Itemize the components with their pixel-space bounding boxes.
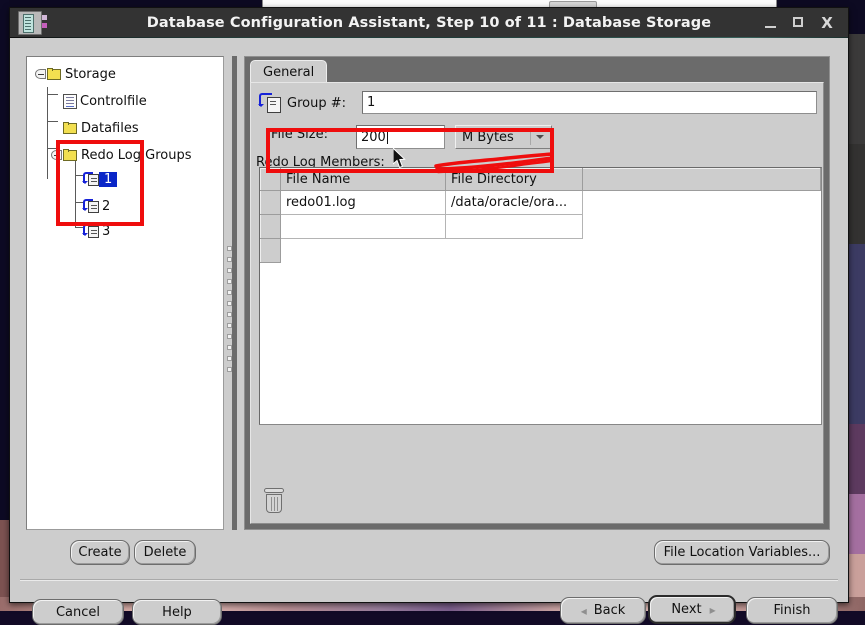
- split-pane-divider[interactable]: [226, 56, 244, 530]
- cell-file-name[interactable]: [280, 214, 446, 239]
- dialog-window: Database Configuration Assistant, Step 1…: [9, 7, 849, 625]
- cancel-button[interactable]: Cancel: [32, 599, 124, 625]
- tree-item-datafiles[interactable]: Datafiles: [63, 118, 139, 138]
- tree-connector: [75, 157, 76, 227]
- cell-file-name[interactable]: redo01.log: [280, 190, 446, 215]
- file-size-row: File Size:: [271, 127, 328, 142]
- file-size-unit-dropdown[interactable]: M Bytes: [455, 125, 552, 149]
- next-button[interactable]: Next ▸: [648, 595, 736, 624]
- split-pane-bar: [232, 56, 237, 530]
- tree-item-redo-log-group-3[interactable]: 3: [82, 221, 111, 241]
- tab-panel-general: Group #: 1 File Size: 200 M Bytes Redo L…: [250, 82, 824, 524]
- file-size-label: File Size:: [271, 127, 328, 142]
- storage-tree[interactable]: Storage Controlfile Datafiles Redo Log G…: [26, 56, 224, 530]
- tree-item-redo-log-group-1[interactable]: 1: [82, 169, 118, 189]
- file-size-unit-value: M Bytes: [462, 129, 514, 145]
- tree-connector: [47, 87, 48, 179]
- table-column-filler: [582, 168, 821, 191]
- details-panel: General Group #: 1 File Size: 200 M Byte…: [244, 56, 830, 530]
- chevron-right-icon: ▸: [709, 602, 716, 617]
- tree-item-label: 1: [99, 171, 118, 187]
- controlfile-icon: [63, 93, 77, 109]
- table-row-spacer: [260, 238, 821, 263]
- file-location-variables-button[interactable]: File Location Variables...: [654, 540, 830, 565]
- tree-item-label: Storage: [65, 66, 116, 82]
- tree-item-label: Redo Log Groups: [81, 147, 192, 163]
- combo-separator: [530, 129, 531, 145]
- trash-icon[interactable]: [263, 488, 285, 514]
- tree-item-label: Datafiles: [81, 120, 139, 136]
- text-caret: [386, 130, 388, 144]
- tree-item-redo-log-groups[interactable]: Redo Log Groups: [51, 145, 192, 165]
- chevron-down-icon[interactable]: [536, 135, 544, 143]
- group-number-value: 1: [367, 95, 376, 110]
- folder-icon: [63, 122, 78, 134]
- group-number-label: Group #:: [287, 95, 346, 111]
- cell-file-directory[interactable]: /data/oracle/ora...: [445, 190, 583, 215]
- file-size-input[interactable]: 200: [356, 125, 445, 149]
- help-button[interactable]: Help: [132, 599, 222, 625]
- redo-log-group-icon: [82, 199, 99, 213]
- next-button-label: Next: [671, 602, 702, 617]
- minimize-icon[interactable]: [763, 15, 779, 31]
- dialog-client-area: Storage Controlfile Datafiles Redo Log G…: [10, 38, 848, 625]
- table-header-row: File Name File Directory: [260, 168, 821, 191]
- tab-strip: General: [245, 57, 829, 83]
- tree-item-label: 2: [102, 198, 111, 214]
- table-row[interactable]: [260, 214, 821, 239]
- separator: [20, 579, 838, 581]
- file-size-value: 200: [361, 129, 386, 145]
- redo-log-group-icon: [82, 172, 99, 186]
- group-number-row: Group #:: [258, 93, 346, 113]
- tree-connector: [47, 121, 58, 122]
- close-icon[interactable]: X: [819, 15, 835, 31]
- chevron-expanded-icon[interactable]: [35, 68, 47, 80]
- create-button[interactable]: Create: [70, 540, 130, 565]
- redo-log-group-icon: [258, 93, 281, 113]
- redo-log-group-icon: [82, 224, 99, 238]
- folder-icon: [63, 149, 78, 161]
- maximize-icon[interactable]: [791, 15, 807, 31]
- redo-log-members-table[interactable]: File Name File Directory redo01.log /dat…: [259, 167, 822, 425]
- cell-empty: [582, 190, 821, 215]
- row-header-cell[interactable]: [260, 214, 281, 239]
- table-column-file-directory[interactable]: File Directory: [445, 168, 583, 191]
- tab-general[interactable]: General: [250, 60, 328, 83]
- cell-empty: [582, 214, 821, 239]
- chevron-expanded-icon[interactable]: [51, 149, 63, 161]
- group-number-input[interactable]: 1: [362, 91, 817, 114]
- title-bar[interactable]: Database Configuration Assistant, Step 1…: [10, 8, 848, 39]
- delete-button[interactable]: Delete: [134, 540, 196, 565]
- table-column-file-name[interactable]: File Name: [280, 168, 446, 191]
- cell-empty: [445, 238, 583, 262]
- tree-item-label: Controlfile: [80, 93, 147, 109]
- tree-item-redo-log-group-2[interactable]: 2: [82, 196, 111, 216]
- table-row[interactable]: redo01.log /data/oracle/ora...: [260, 190, 821, 215]
- cell-empty: [582, 238, 821, 262]
- row-header-cell[interactable]: [260, 238, 281, 263]
- tree-item-storage[interactable]: Storage: [35, 64, 116, 84]
- window-controls: X: [763, 15, 848, 31]
- tree-item-label: 3: [102, 223, 111, 239]
- folder-icon: [47, 68, 62, 80]
- database-icon: [18, 11, 47, 35]
- cell-empty: [280, 238, 446, 262]
- window-title: Database Configuration Assistant, Step 1…: [146, 15, 712, 31]
- tree-connector: [47, 94, 58, 95]
- tree-item-controlfile[interactable]: Controlfile: [63, 91, 147, 111]
- table-corner-cell: [260, 168, 281, 191]
- cell-file-directory[interactable]: [445, 214, 583, 239]
- row-header-cell[interactable]: [260, 190, 281, 215]
